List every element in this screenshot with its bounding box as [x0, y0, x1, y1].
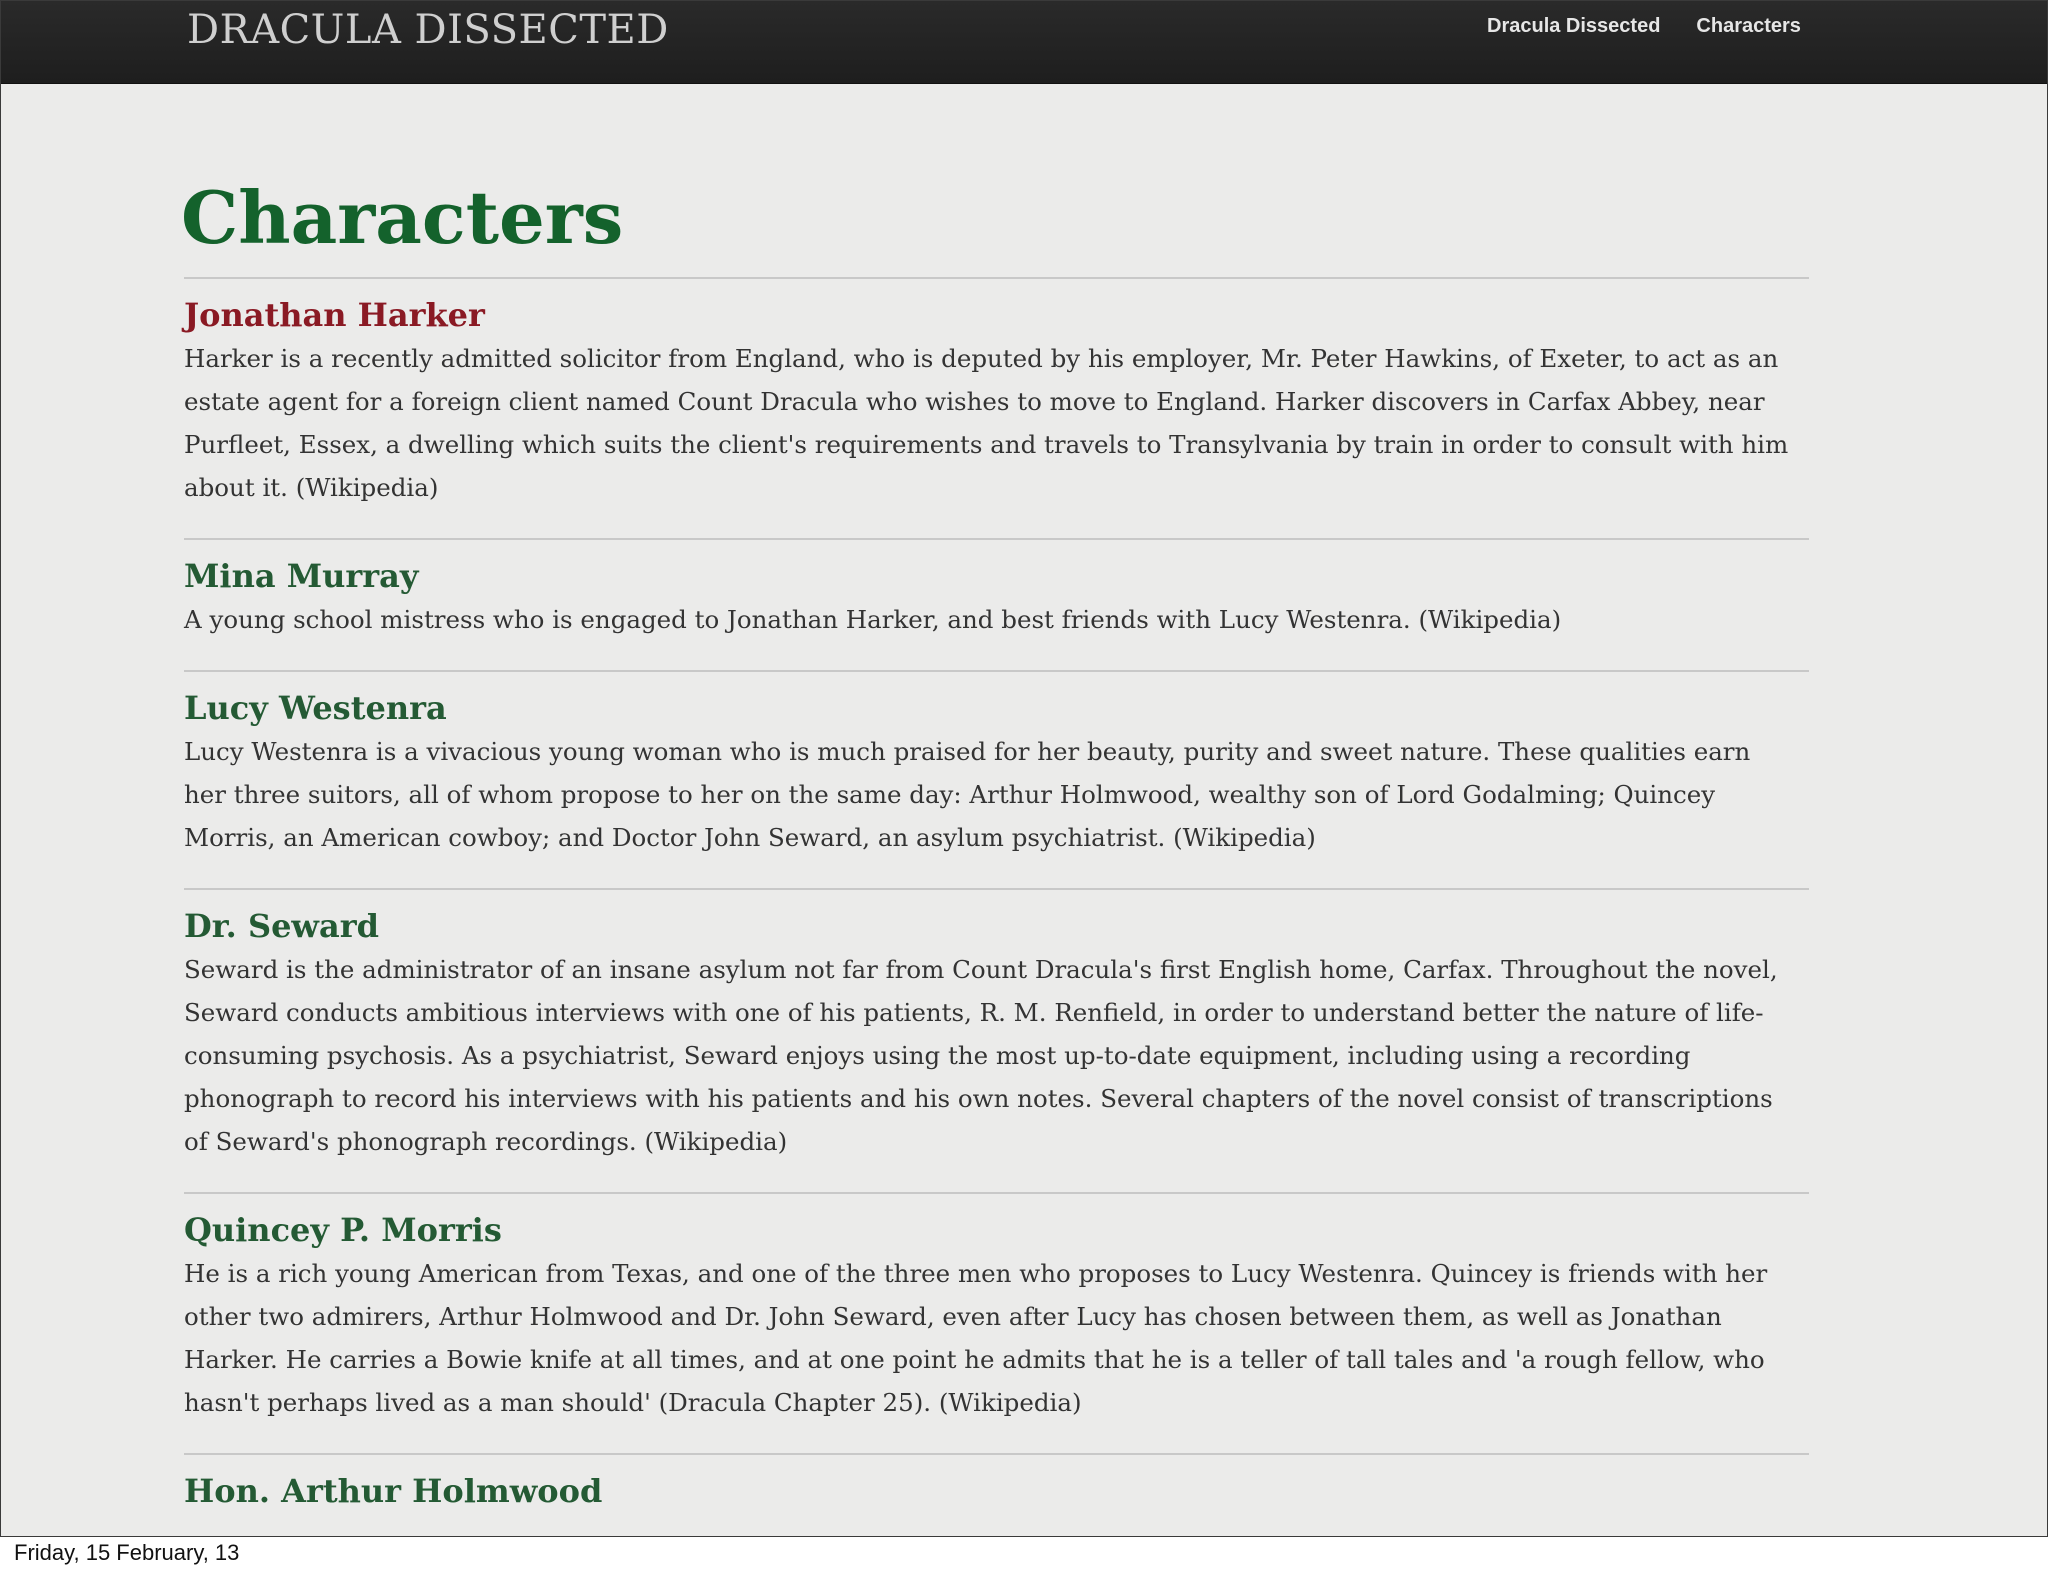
site-brand[interactable]: DRACULA DISSECTED — [187, 7, 669, 53]
character-entry-quincey-morris: Quincey P. Morris He is a rich young Ame… — [184, 1194, 1809, 1455]
capture-date: Friday, 15 February, 13 — [14, 1540, 240, 1565]
character-description: A young school mistress who is engaged t… — [184, 605, 1562, 634]
character-entry-lucy-westenra: Lucy Westenra Lucy Westenra is a vivacio… — [184, 672, 1809, 890]
character-entry-arthur-holmwood: Hon. Arthur Holmwood — [184, 1455, 1809, 1513]
nav-links: Dracula Dissected Characters — [1487, 15, 1801, 38]
character-name[interactable]: Mina Murray — [184, 554, 1809, 598]
nav-link-dracula-dissected[interactable]: Dracula Dissected — [1487, 15, 1660, 38]
top-navbar: DRACULA DISSECTED Dracula Dissected Char… — [1, 1, 2047, 84]
nav-link-characters[interactable]: Characters — [1696, 15, 1801, 38]
character-description: Harker is a recently admitted solicitor … — [184, 344, 1789, 502]
character-name[interactable]: Hon. Arthur Holmwood — [184, 1469, 1809, 1513]
character-description: Seward is the administrator of an insane… — [184, 955, 1778, 1156]
browser-viewport: DRACULA DISSECTED Dracula Dissected Char… — [0, 0, 2048, 1537]
page-title: Characters — [181, 175, 624, 260]
character-description: He is a rich young American from Texas, … — [184, 1259, 1768, 1417]
character-entry-dr-seward: Dr. Seward Seward is the administrator o… — [184, 890, 1809, 1194]
character-name[interactable]: Dr. Seward — [184, 904, 1809, 948]
character-name[interactable]: Lucy Westenra — [184, 686, 1809, 730]
character-entry-mina-murray: Mina Murray A young school mistress who … — [184, 540, 1809, 672]
character-description: Lucy Westenra is a vivacious young woman… — [184, 737, 1751, 852]
main-content: Characters Jonathan Harker Harker is a r… — [181, 83, 1809, 1513]
character-name[interactable]: Jonathan Harker — [184, 293, 1809, 337]
character-entry-jonathan-harker: Jonathan Harker Harker is a recently adm… — [184, 279, 1809, 540]
character-name[interactable]: Quincey P. Morris — [184, 1208, 1809, 1252]
